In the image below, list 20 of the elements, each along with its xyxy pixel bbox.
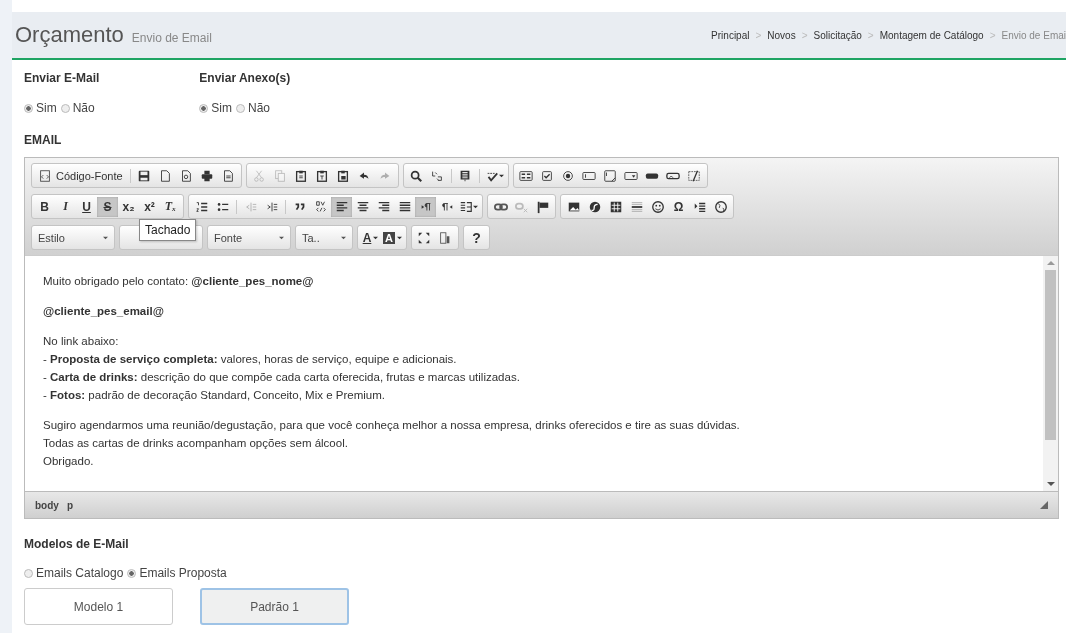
breadcrumb-separator: > (755, 29, 762, 41)
field-label: Modelos de E-Mail (24, 537, 130, 551)
text-line: - Carta de drinks: descrição do que compõe cada carta oferecida, frutas e marcas utilizadas. (43, 370, 521, 385)
page-title: Orçamento (15, 22, 124, 48)
field-label: Enviar Anexo(s) (199, 71, 291, 85)
field-label: Enviar E-Mail (24, 71, 100, 85)
text-line: @cliente_pes_email@ (43, 304, 165, 319)
text-line: - Fotos: padrão de decoração Standard, Conceito, Mix e Premium. (43, 388, 386, 403)
tooltip: Tachado (139, 219, 197, 241)
breadcrumb-separator: > (801, 29, 808, 41)
page-subtitle: Envio de Email (131, 31, 212, 45)
text-line: Obrigado. (43, 454, 95, 469)
breadcrumb-separator: > (867, 29, 874, 41)
text-line: No link abaixo: (43, 334, 120, 349)
text-line: Sugiro agendarmos uma reunião/degustação, para que você conheça melhor a nossa empresa, drinks oferecidos e tire as suas dúvidas. (43, 418, 741, 433)
text-line: - Proposta de serviço completa: valores, horas de serviço, equipe e adicionais. (43, 352, 458, 367)
field-label: EMAIL (24, 133, 63, 147)
breadcrumb-separator: > (989, 29, 996, 41)
text-line: Muito obrigado pelo contato: @cliente_pes_nome@ (43, 274, 315, 289)
text-line: Todas as cartas de drinks acompanham opções sem álcool. (43, 436, 349, 451)
